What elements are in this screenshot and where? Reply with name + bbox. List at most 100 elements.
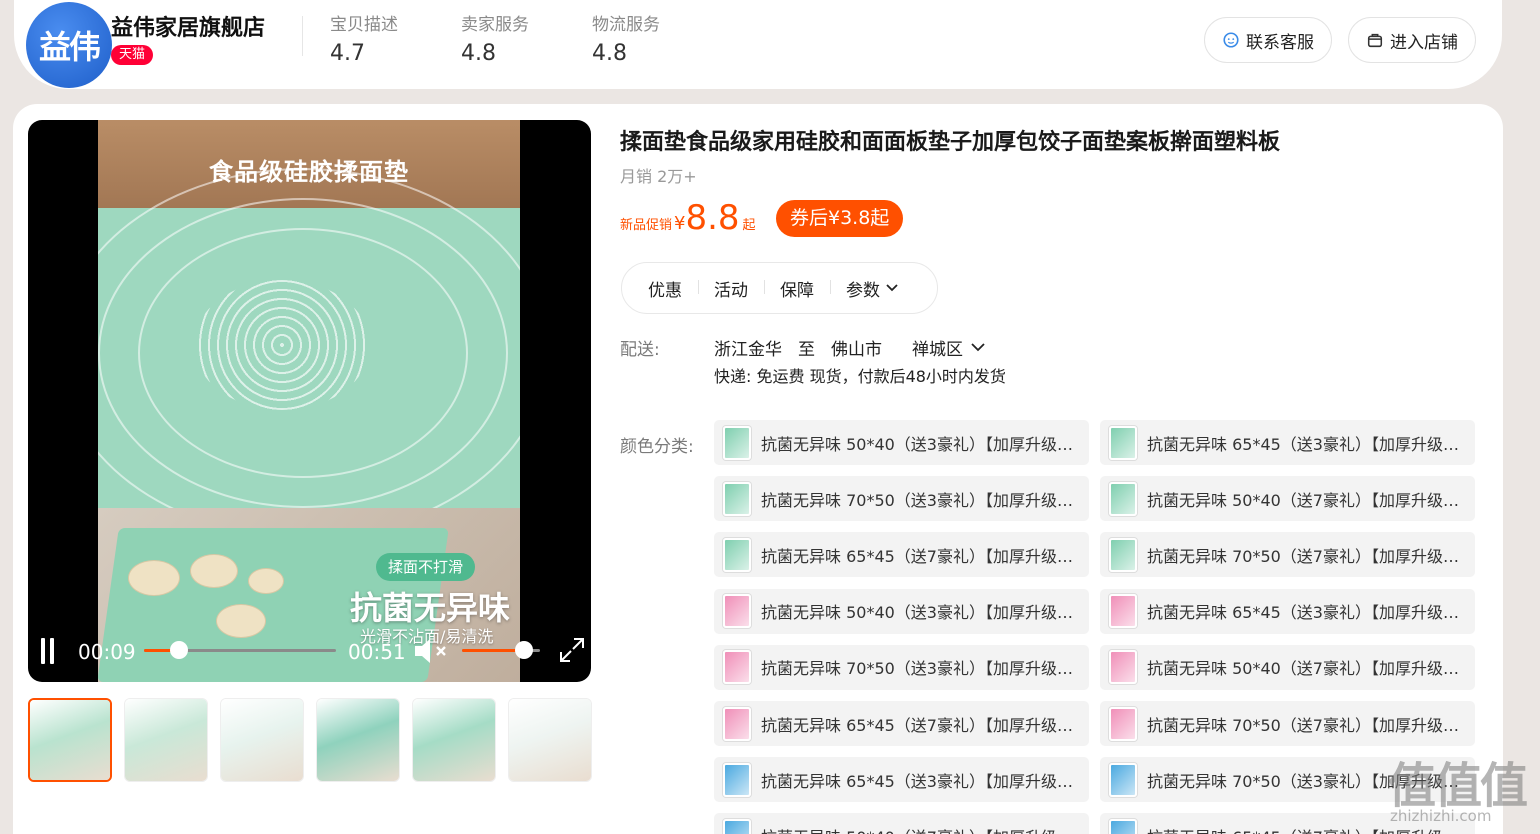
rating-label: 物流服务 [592,15,660,35]
sku-option-label: 抗菌无异味 70*50（送7豪礼）【加厚升级款】 [1147,546,1465,566]
store-logo[interactable]: 益伟 [26,2,112,88]
tab-discount[interactable]: 优惠 [632,276,698,301]
sku-option[interactable]: 抗菌无异味 65*45（送3豪礼）【加厚升级款】 [1100,420,1475,465]
sku-option[interactable]: 抗菌无异味 50*40（送7豪礼）【加厚升级款】 [714,813,1089,834]
sku-option-label: 抗菌无异味 70*50（送3豪礼）【加厚升级款】 [761,490,1079,510]
sku-option-label: 抗菌无异味 50*40（送7豪礼）【加厚升级款】 [1147,490,1465,510]
sku-option-label: 抗菌无异味 65*45（送7豪礼）【加厚升级款】 [1147,824,1465,834]
sku-thumbnail [1109,537,1137,572]
sku-option-label: 抗菌无异味 50*40（送3豪礼）【加厚升级款】 [761,434,1079,454]
sku-thumbnail [1109,594,1137,629]
sku-thumbnail [723,537,751,572]
sku-option[interactable]: 抗菌无异味 50*40（送3豪礼）【加厚升级款】 [714,420,1089,465]
fullscreen-icon[interactable] [558,636,586,664]
ship-district[interactable]: 禅城区 [912,335,963,360]
ship-from: 浙江金华 [714,340,782,360]
sku-option[interactable]: 抗菌无异味 70*50（送7豪礼）【加厚升级款】 [1100,532,1475,578]
sku-thumbnail [723,818,751,834]
product-thumbnail[interactable] [220,698,304,782]
contact-service-button[interactable]: 联系客服 [1204,17,1332,63]
tab-activity[interactable]: 活动 [698,276,764,301]
sku-option[interactable]: 抗菌无异味 65*45（送3豪礼）【加厚升级款】 [714,757,1089,803]
video-tag: 揉面不打滑 [376,553,476,581]
chevron-down-icon [886,284,898,292]
sku-option[interactable]: 抗菌无异味 70*50（送3豪礼）【加厚升级款】 [714,476,1089,522]
pause-icon[interactable] [40,638,56,664]
rating-value: 4.8 [461,41,496,66]
price-label: 新品促销 [620,218,673,233]
contact-service-label: 联系客服 [1246,32,1314,53]
coupon-price-badge[interactable]: 券后¥3.8起 [776,200,904,237]
rating-label: 卖家服务 [461,15,529,35]
chevron-down-icon[interactable] [971,343,985,352]
dough-piece [216,604,266,638]
price-suffix: 起 [742,218,756,233]
thumbnail-image [125,699,207,781]
product-thumbnail[interactable] [412,698,496,782]
sku-option-label: 抗菌无异味 65*45（送3豪礼）【加厚升级款】 [1147,434,1465,454]
volume-muted-icon[interactable] [413,636,451,666]
thumbnail-image [413,699,495,781]
sku-option[interactable]: 抗菌无异味 65*45（送7豪礼）【加厚升级款】 [714,532,1089,578]
sku-option[interactable]: 抗菌无异味 50*40（送7豪礼）【加厚升级款】 [1100,476,1475,522]
rating-value: 4.8 [592,41,627,66]
watermark-logo: 值值值 [1388,758,1528,814]
sku-thumbnail [723,594,751,629]
thumbnail-image [30,700,110,780]
seek-handle[interactable] [169,641,188,659]
tab-label: 保障 [780,280,814,301]
sku-option[interactable]: 抗菌无异味 70*50（送7豪礼）【加厚升级款】 [1100,701,1475,746]
store-divider [302,16,303,56]
ship-city[interactable]: 佛山市 [831,335,882,360]
price-value: 8.8 [685,198,740,238]
sku-option-label: 抗菌无异味 50*40（送7豪礼）【加厚升级款】 [761,824,1079,834]
sku-option-label: 抗菌无异味 70*50（送7豪礼）【加厚升级款】 [1147,715,1465,735]
sku-option-label: 抗菌无异味 65*45（送3豪礼）【加厚升级款】 [761,771,1079,791]
dough-piece [190,554,238,588]
duration: 00:51 [348,640,406,664]
tab-parameters[interactable]: 参数 [830,276,914,301]
sku-thumbnail [723,706,751,741]
thumbnail-image [509,699,591,781]
store-icon [1367,33,1383,48]
sku-option-label: 抗菌无异味 50*40（送7豪礼）【加厚升级款】 [1147,659,1465,679]
dough-piece [128,560,180,596]
sku-thumbnail [723,650,751,685]
sku-option[interactable]: 抗菌无异味 65*45（送7豪礼）【加厚升级款】 [714,701,1089,746]
delivery-label: 配送: [620,340,660,360]
mat-pattern-disc [194,280,370,410]
sku-thumbnail [1109,425,1137,460]
delivery-route: 浙江金华 至 佛山市 禅城区 [714,335,985,360]
rating-description: 宝贝描述 4.7 [330,10,398,66]
product-thumbnail[interactable] [508,698,592,782]
product-title: 揉面垫食品级家用硅胶和面面板垫子加厚包饺子面垫案板擀面塑料板 [620,130,1281,155]
tab-guarantee[interactable]: 保障 [764,276,830,301]
dough-piece [248,568,284,594]
product-thumbnail[interactable] [316,698,400,782]
sku-option[interactable]: 抗菌无异味 50*40（送7豪礼）【加厚升级款】 [1100,644,1475,690]
product-thumbnail[interactable] [124,698,208,782]
sku-thumbnail [723,481,751,516]
product-thumbnail[interactable] [28,698,112,782]
current-time: 00:09 [78,640,136,664]
sku-option-label: 抗菌无异味 65*45（送3豪礼）【加厚升级款】 [1147,603,1465,623]
sku-option[interactable]: 抗菌无异味 70*50（送3豪礼）【加厚升级款】 [714,644,1089,690]
tab-label: 活动 [714,280,748,301]
rating-label: 宝贝描述 [330,15,398,35]
price-currency: ¥ [674,213,686,234]
thumbnail-image [221,699,303,781]
sku-thumbnail [1109,706,1137,741]
enter-store-button[interactable]: 进入店铺 [1348,17,1476,63]
enter-store-label: 进入店铺 [1390,32,1458,53]
store-name[interactable]: 益伟家居旗舰店 [111,10,265,42]
product-video[interactable]: 食品级硅胶揉面垫 揉面不打滑 抗菌无异味 光滑不沾面/易清洗 [28,120,591,682]
sku-option[interactable]: 抗菌无异味 65*45（送3豪礼）【加厚升级款】 [1100,588,1475,634]
sku-thumbnail [723,425,751,460]
sku-thumbnail [1109,818,1137,834]
sku-thumbnail [1109,762,1137,797]
price: 新品促销 ¥ 8.8 起 [620,198,756,238]
monthly-sales: 月销 2万+ [620,167,697,186]
watermark-url: zhizhizhi.com [1390,807,1492,825]
sku-thumbnail [1109,481,1137,516]
sku-option[interactable]: 抗菌无异味 50*40（送3豪礼）【加厚升级款】 [714,588,1089,634]
